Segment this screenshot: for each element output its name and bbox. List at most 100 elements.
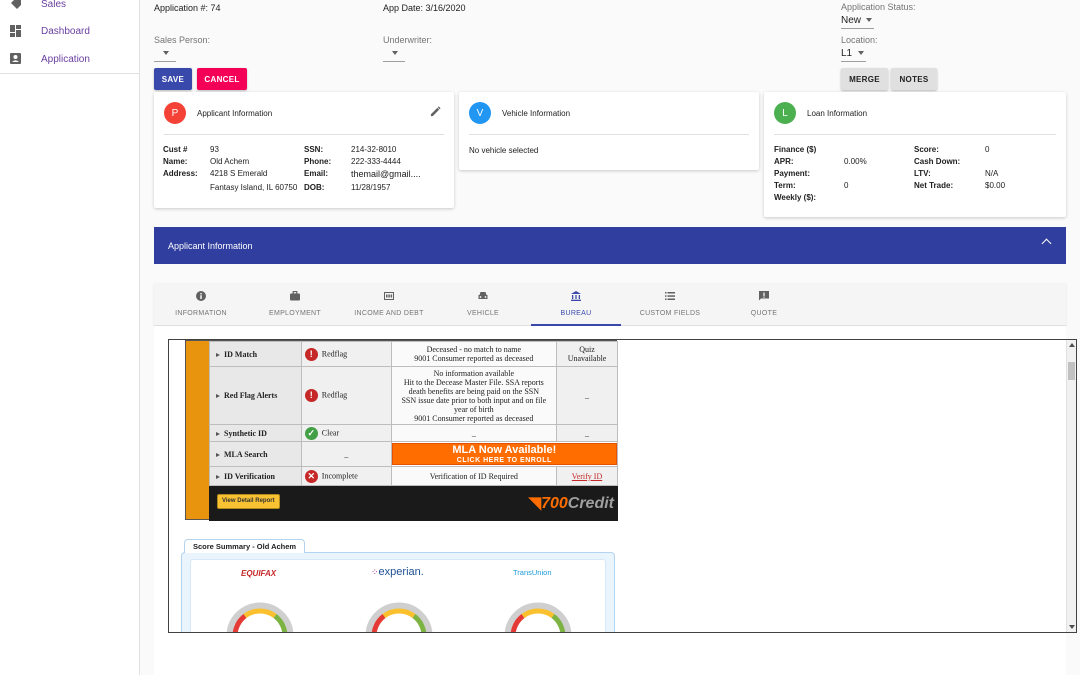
sidebar-item-label: Application <box>41 53 90 65</box>
detail-line: _ <box>471 428 476 438</box>
tab-employment[interactable]: EMPLOYMENT <box>250 283 340 326</box>
save-button[interactable]: SAVE <box>154 68 192 90</box>
location-value: L1 <box>841 48 853 59</box>
detail-line: 9001 Consumer reported as deceased <box>414 354 534 363</box>
logo-number: 700 <box>541 495 568 512</box>
status-text: _ <box>344 449 349 459</box>
detail-line: Deceased - no match to name <box>426 345 522 354</box>
dashboard-icon <box>10 25 21 37</box>
detail-line: 9001 Consumer reported as deceased <box>414 413 534 423</box>
check-cell: Red Flag Alerts <box>209 366 302 425</box>
transunion-score-gauge <box>504 602 572 632</box>
tab-income-and-debt[interactable]: INCOME AND DEBT <box>344 283 434 326</box>
detail-line: death benefits are being paid on the SSN <box>408 386 540 396</box>
action-cell: Quiz Unavailable <box>556 341 618 367</box>
tab-vehicle[interactable]: VEHICLE <box>438 283 528 326</box>
detail-cell: Verification of ID Required <box>390 466 558 486</box>
detail-line: Hit to the Decease Master File. SSA repo… <box>403 377 544 387</box>
sales-person-label: Sales Person: <box>154 35 211 45</box>
tab-information[interactable]: INFORMATION <box>156 283 246 326</box>
location-select[interactable]: L1 <box>841 46 866 62</box>
loan-avatar: L <box>774 102 796 124</box>
frame-scrollbar[interactable] <box>1066 340 1076 632</box>
detail-cell: _ <box>390 424 558 442</box>
tab-label: QUOTE <box>750 310 778 317</box>
arrow-right-icon <box>216 352 220 357</box>
action-line: _ <box>585 391 590 400</box>
cancel-button[interactable]: CANCEL <box>197 68 247 90</box>
underwriter-select[interactable] <box>383 46 405 62</box>
phone-label: Phone: <box>304 157 332 166</box>
tab-bar: INFORMATION EMPLOYMENT INCOME AND DEBT V… <box>154 283 1066 326</box>
detail-line: Verification of ID Required <box>429 471 518 481</box>
score-panel: EQUIFAX ⁘experian. TransUnion <box>190 559 606 632</box>
close-circle-icon: ✕ <box>304 469 318 483</box>
divider <box>469 134 749 135</box>
tab-label: VEHICLE <box>466 310 500 317</box>
app-date: App Date: 3/16/2020 <box>383 3 466 13</box>
cust-value: 93 <box>210 145 219 154</box>
tab-custom-fields[interactable]: CUSTOM FIELDS <box>625 283 715 326</box>
score-summary-title: Score Summary - Old Achem <box>184 539 306 553</box>
detail-line: SSN issue date prior to both input and o… <box>401 395 547 405</box>
detail-cell: No information available Hit to the Dece… <box>390 366 558 425</box>
arrow-right-icon <box>216 431 220 436</box>
sidebar-item-dashboard[interactable]: Dashboard <box>0 18 139 44</box>
score-value: 0 <box>985 145 990 154</box>
mla-cell: MLA Now Available! CLICK HERE TO ENROLL <box>390 441 619 467</box>
action-cell: Verify ID <box>556 466 618 486</box>
tab-bureau[interactable]: BUREAU <box>531 283 621 326</box>
view-detail-report-button[interactable]: View Detail Report <box>217 494 280 509</box>
status-select[interactable]: New <box>841 13 874 29</box>
sidebar-item-application[interactable]: Application <box>0 46 139 72</box>
action-cell: _ <box>556 366 618 425</box>
alert-icon: ! <box>304 347 318 361</box>
sales-person-select[interactable] <box>154 46 176 62</box>
bureau-table: ID Match ! Redflag Deceased - no match to… <box>209 341 619 486</box>
scroll-up-icon[interactable] <box>1069 343 1075 347</box>
merge-button[interactable]: MERGE <box>841 68 888 90</box>
scroll-thumb[interactable] <box>1068 362 1075 380</box>
briefcase-icon <box>290 291 300 301</box>
action-line: Unavailable <box>567 354 607 363</box>
check-cell: Synthetic ID <box>209 424 302 442</box>
alert-icon: ! <box>304 389 318 402</box>
mla-enroll-banner[interactable]: MLA Now Available! CLICK HERE TO ENROLL <box>391 443 617 465</box>
detail-line: No information available <box>433 368 515 378</box>
bureau-report: ID Match ! Redflag Deceased - no match to… <box>185 340 619 521</box>
check-name: ID Verification <box>224 471 275 481</box>
email-label: Email: <box>304 169 329 178</box>
chevron-up-icon[interactable] <box>1041 238 1052 249</box>
underwriter-label: Underwriter: <box>383 35 433 45</box>
section-banner[interactable]: Applicant Information <box>154 227 1066 264</box>
verify-id-link[interactable]: Verify ID <box>572 472 602 481</box>
arrow-right-icon <box>216 474 220 479</box>
ssn-value: 214-32-8010 <box>351 145 397 154</box>
bureau-report-frame[interactable]: ID Match ! Redflag Deceased - no match to… <box>168 339 1077 633</box>
tab-quote[interactable]: QUOTE <box>719 283 809 326</box>
table-row: Red Flag Alerts ! Redflag No information … <box>209 366 618 425</box>
edit-icon[interactable] <box>430 106 441 117</box>
experian-logo: ⁘experian. <box>371 566 424 578</box>
chevron-down-icon <box>392 51 398 55</box>
score-label: Score: <box>914 145 939 154</box>
status-cell: ✓ Clear <box>300 424 392 442</box>
check-name: Red Flag Alerts <box>224 391 278 400</box>
chevron-down-icon <box>866 18 872 22</box>
card-title: Vehicle Information <box>502 109 571 118</box>
car-icon <box>478 292 488 299</box>
tab-label: CUSTOM FIELDS <box>639 310 701 317</box>
feedback-icon <box>759 291 769 301</box>
nettrade-label: Net Trade: <box>914 181 954 190</box>
applicant-avatar: P <box>164 102 186 124</box>
arrow-right-icon <box>216 452 220 457</box>
tab-label: INCOME AND DEBT <box>354 310 424 317</box>
mla-title: MLA Now Available! <box>452 444 557 456</box>
scroll-down-icon[interactable] <box>1069 625 1075 629</box>
status-cell: ✕ Incomplete <box>300 466 392 486</box>
check-cell: ID Verification <box>209 466 302 486</box>
sidebar-item-sales[interactable]: Sales <box>0 0 139 17</box>
check-name: ID Match <box>224 349 258 359</box>
notes-button[interactable]: NOTES <box>891 68 937 90</box>
address-label: Address: <box>163 169 198 178</box>
